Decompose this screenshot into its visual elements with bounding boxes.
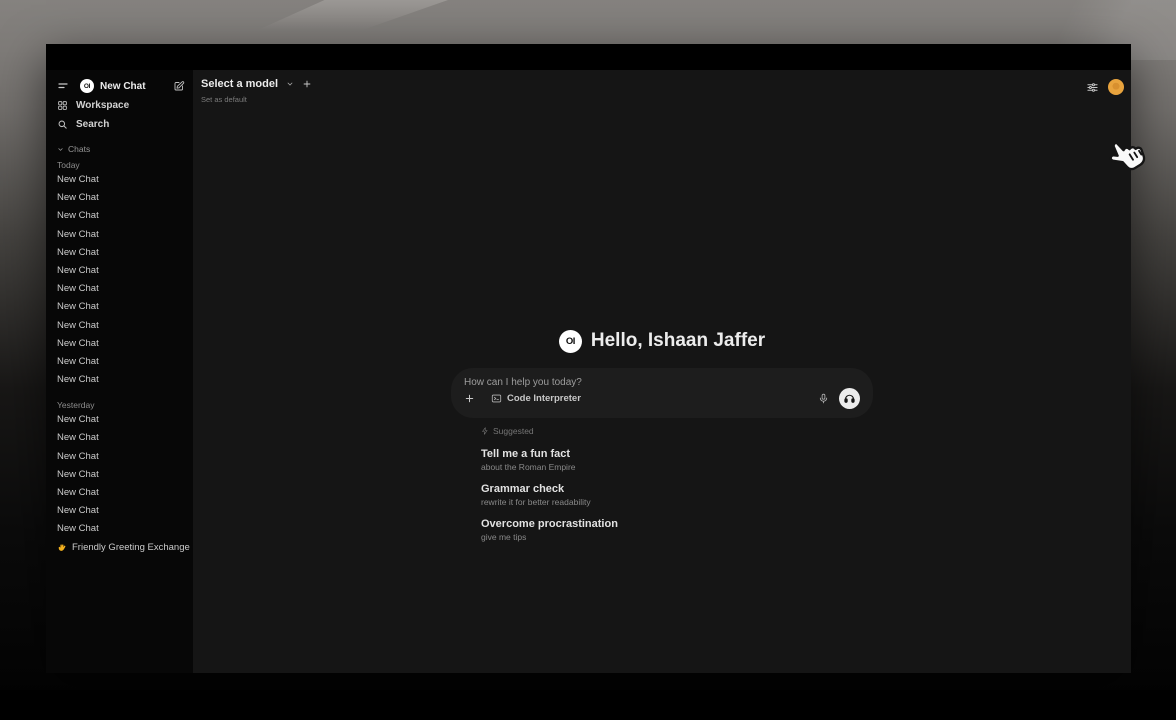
- sidebar: OI New Chat Workspace Search: [46, 70, 193, 673]
- sidebar-item-workspace[interactable]: Workspace: [57, 96, 187, 115]
- window-top-bar: [46, 44, 1131, 70]
- add-model-icon[interactable]: [302, 79, 312, 89]
- message-input[interactable]: How can I help you today?: [464, 377, 860, 388]
- chat-list-item[interactable]: New Chat: [57, 189, 187, 207]
- chat-group-today: Today New Chat New Chat New Chat New Cha…: [57, 159, 187, 389]
- home-center-stack: OI Hello, Ishaan Jaffer How can I help y…: [451, 328, 873, 542]
- chat-list-item[interactable]: New Chat: [57, 226, 187, 244]
- suggested-header: Suggested: [481, 425, 873, 437]
- chat-list-item[interactable]: New Chat: [57, 371, 187, 389]
- model-selector[interactable]: Select a model: [201, 78, 278, 90]
- new-chat-icon[interactable]: [173, 80, 185, 92]
- suggested-prompt-subtitle: rewrite it for better readability: [481, 497, 873, 507]
- voice-call-button[interactable]: [839, 388, 860, 409]
- chat-list-item[interactable]: New Chat: [57, 298, 187, 316]
- chat-list-item[interactable]: New Chat: [57, 244, 187, 262]
- suggested-prompt[interactable]: Grammar check rewrite it for better read…: [481, 483, 873, 507]
- wave-emoji-icon: [57, 543, 67, 553]
- message-composer[interactable]: How can I help you today? Code Interpret…: [451, 368, 873, 418]
- chat-list: New Chat New Chat New Chat New Chat New …: [57, 171, 187, 389]
- sidebar-item-search[interactable]: Search: [57, 115, 187, 134]
- main-area: Select a model Set as default: [193, 70, 1131, 673]
- chat-list-item[interactable]: New Chat: [57, 466, 187, 484]
- chat-list-item[interactable]: New Chat: [57, 448, 187, 466]
- app-window: OI New Chat Workspace Search: [46, 44, 1131, 673]
- chevron-down-icon[interactable]: [286, 80, 294, 88]
- app-logo: OI: [559, 330, 582, 353]
- chat-group-label: Yesterday: [57, 399, 187, 411]
- model-selector-block: Select a model Set as default: [201, 78, 312, 104]
- chat-list-item[interactable]: New Chat: [57, 502, 187, 520]
- sidebar-item-label: Workspace: [76, 100, 129, 111]
- app-logo: OI: [80, 79, 94, 93]
- suggested-prompt-subtitle: give me tips: [481, 532, 873, 542]
- suggested-prompt-subtitle: about the Roman Empire: [481, 462, 873, 472]
- user-avatar[interactable]: [1108, 79, 1124, 95]
- suggested-prompts: Tell me a fun fact about the Roman Empir…: [481, 448, 873, 542]
- header-actions: [1086, 79, 1124, 95]
- chat-list-item[interactable]: New Chat: [57, 280, 187, 298]
- microphone-icon[interactable]: [818, 393, 829, 404]
- suggested-prompt[interactable]: Overcome procrastination give me tips: [481, 518, 873, 542]
- chat-list-item-named[interactable]: Friendly Greeting Exchange: [57, 539, 187, 557]
- chat-list: New Chat New Chat New Chat New Chat New …: [57, 411, 187, 538]
- code-interpreter-icon: [491, 393, 502, 404]
- bolt-icon: [481, 427, 489, 435]
- code-interpreter-toggle[interactable]: Code Interpreter: [491, 393, 581, 404]
- chat-list-item[interactable]: New Chat: [57, 207, 187, 225]
- headphones-icon: [843, 392, 856, 405]
- search-icon: [57, 119, 68, 130]
- chat-list-item[interactable]: New Chat: [57, 171, 187, 189]
- chat-group-yesterday: Yesterday New Chat New Chat New Chat New…: [57, 399, 187, 538]
- chat-group-label: Today: [57, 159, 187, 171]
- attach-plus-icon[interactable]: [464, 393, 475, 404]
- chat-title: Friendly Greeting Exchange: [72, 542, 190, 553]
- chat-list-item[interactable]: New Chat: [57, 411, 187, 429]
- suggested-section: Suggested Tell me a fun fact about the R…: [451, 425, 873, 542]
- chat-list-item[interactable]: New Chat: [57, 317, 187, 335]
- set-default-button[interactable]: Set as default: [201, 95, 312, 104]
- chat-list-item[interactable]: New Chat: [57, 484, 187, 502]
- suggested-prompt-title: Overcome procrastination: [481, 518, 873, 530]
- chat-list-item[interactable]: New Chat: [57, 335, 187, 353]
- greeting-text: Hello, Ishaan Jaffer: [591, 330, 765, 352]
- suggested-prompt[interactable]: Tell me a fun fact about the Roman Empir…: [481, 448, 873, 472]
- greeting-row: OI Hello, Ishaan Jaffer: [451, 328, 873, 354]
- chats-section-label: Chats: [68, 144, 90, 154]
- workspace-grid-icon: [57, 100, 68, 111]
- sidebar-item-label: Search: [76, 119, 109, 130]
- sidebar-chat-title: New Chat: [100, 81, 173, 92]
- main-header: Select a model Set as default: [201, 78, 1124, 104]
- code-interpreter-label: Code Interpreter: [507, 393, 581, 404]
- chat-list-item[interactable]: New Chat: [57, 520, 187, 538]
- sidebar-header: OI New Chat: [57, 76, 187, 96]
- chat-list-item[interactable]: New Chat: [57, 353, 187, 371]
- backdrop-bottom-band: [0, 690, 1176, 720]
- chevron-down-icon: [57, 146, 64, 153]
- chat-list-item[interactable]: New Chat: [57, 262, 187, 280]
- controls-sliders-icon[interactable]: [1086, 81, 1099, 94]
- sidebar-toggle-icon[interactable]: [57, 80, 69, 92]
- chat-list-item[interactable]: New Chat: [57, 429, 187, 447]
- suggested-prompt-title: Tell me a fun fact: [481, 448, 873, 460]
- suggested-label: Suggested: [493, 426, 534, 436]
- suggested-prompt-title: Grammar check: [481, 483, 873, 495]
- chats-section-toggle[interactable]: Chats: [57, 143, 187, 155]
